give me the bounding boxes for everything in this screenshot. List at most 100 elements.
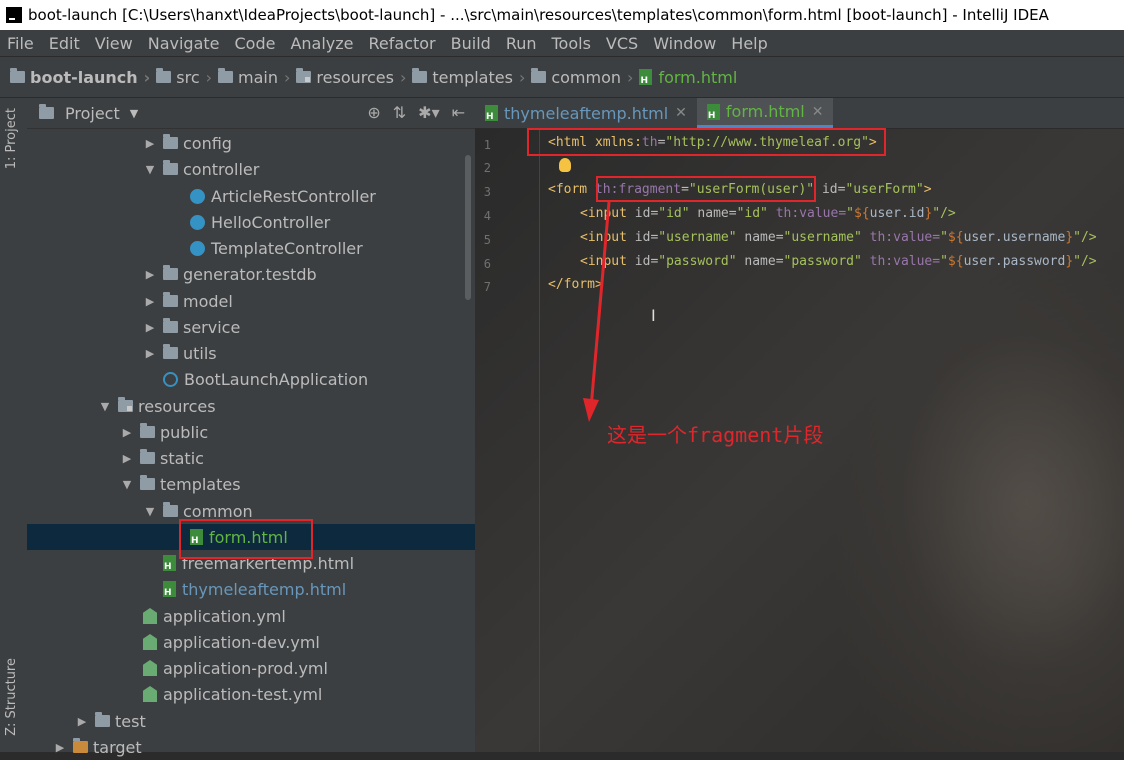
menu-code[interactable]: Code xyxy=(228,34,284,53)
code-token: user.username xyxy=(963,230,1066,245)
breadcrumb-resources[interactable]: resources › xyxy=(296,68,412,87)
arrow-line xyxy=(589,201,611,409)
breadcrumb-label: common xyxy=(551,67,622,87)
menu-window[interactable]: Window xyxy=(646,34,724,53)
tree-item-label: thymeleaftemp.html xyxy=(182,579,347,599)
yml-icon xyxy=(143,634,157,650)
line-number: 2 xyxy=(483,161,491,175)
tab-thymeleaftemp[interactable]: thymeleaftemp.html ✕ xyxy=(475,98,697,128)
close-icon[interactable]: ✕ xyxy=(812,104,824,120)
menu-edit[interactable]: Edit xyxy=(42,34,88,53)
menu-navigate[interactable]: Navigate xyxy=(141,34,228,53)
class-icon xyxy=(190,240,205,256)
close-icon[interactable]: ✕ xyxy=(675,105,687,121)
collapse-icon[interactable]: ⇅ xyxy=(393,103,406,122)
code-token: "/> xyxy=(1073,254,1097,269)
breadcrumb-templates[interactable]: templates › xyxy=(412,68,531,87)
html-file-icon xyxy=(639,69,653,86)
annotation-arrow xyxy=(583,201,611,422)
breadcrumb-form-html[interactable]: form.html xyxy=(639,68,737,87)
tab-label: thymeleaftemp.html xyxy=(504,103,669,123)
project-panel-title[interactable]: Project xyxy=(65,104,120,123)
breadcrumb-main[interactable]: main › xyxy=(218,68,296,87)
menu-run[interactable]: Run xyxy=(499,34,545,53)
breadcrumb-label: templates xyxy=(432,67,513,87)
folder-icon xyxy=(140,423,155,438)
resources-folder-icon xyxy=(118,397,133,412)
code-line-5: <input id="username" name="username" th:… xyxy=(580,228,1097,248)
code-token: } xyxy=(1065,254,1074,269)
tree-item-label: application-dev.yml xyxy=(163,632,320,652)
chevron-right-icon: › xyxy=(627,67,634,87)
folder-icon xyxy=(140,475,155,490)
tree-item-label: service xyxy=(183,317,241,337)
yml-icon xyxy=(143,686,157,702)
tree-item-label: test xyxy=(115,711,146,731)
menu-refactor[interactable]: Refactor xyxy=(362,34,444,53)
breadcrumb: boot-launch › src › main › resources › t… xyxy=(0,56,1124,98)
tool-window-strip: 1: Project Z: Structure xyxy=(0,98,28,752)
chevron-right-icon[interactable]: ▶ xyxy=(75,715,89,728)
menu-tools[interactable]: Tools xyxy=(545,34,599,53)
line-number: 4 xyxy=(483,209,491,223)
tree-item-resources[interactable]: ▼ resources xyxy=(27,393,546,419)
tree-item-label: TemplateController xyxy=(211,238,363,258)
chevron-right-icon[interactable]: ▶ xyxy=(120,452,134,465)
tree-item-label: application-prod.yml xyxy=(163,658,328,678)
breadcrumb-label: resources xyxy=(316,67,394,87)
code-token: ${ xyxy=(947,230,964,245)
project-scrollbar[interactable] xyxy=(465,155,471,300)
chevron-right-icon[interactable]: ▶ xyxy=(143,295,157,308)
breadcrumb-src[interactable]: src › xyxy=(156,68,218,87)
class-icon xyxy=(190,188,205,204)
line-number: 5 xyxy=(483,233,491,247)
code-line-4: <input id="id" name="id" th:value="${use… xyxy=(580,204,956,224)
lightbulb-icon[interactable] xyxy=(559,158,571,172)
chevron-down-icon[interactable]: ▼ xyxy=(143,163,157,176)
line-gutter: 1 2 3 4 5 6 7 xyxy=(475,128,540,752)
gear-icon[interactable]: ✱▾ xyxy=(418,103,439,122)
project-tool-tab[interactable]: 1: Project xyxy=(4,108,19,169)
tree-item-target[interactable]: ▶ target xyxy=(27,734,501,760)
title-bar: boot-launch [C:\Users\hanxt\IdeaProjects… xyxy=(0,0,1124,30)
chevron-right-icon: › xyxy=(205,67,213,87)
chevron-down-icon[interactable]: ▼ xyxy=(130,107,138,120)
chevron-right-icon[interactable]: ▶ xyxy=(143,268,157,281)
menu-help[interactable]: Help xyxy=(724,34,775,53)
folder-icon xyxy=(73,738,88,753)
menu-analyze[interactable]: Analyze xyxy=(283,34,361,53)
menu-view[interactable]: View xyxy=(88,34,141,53)
breadcrumb-common[interactable]: common › xyxy=(531,68,639,87)
chevron-down-icon[interactable]: ▼ xyxy=(120,478,134,491)
folder-icon xyxy=(163,292,178,307)
text-cursor-icon: I xyxy=(651,306,656,325)
tree-item-label: common xyxy=(183,501,253,521)
code-token: "id" xyxy=(658,206,690,221)
breadcrumb-project[interactable]: boot-launch › xyxy=(10,68,156,87)
line-number: 7 xyxy=(483,280,491,294)
code-token: name= xyxy=(689,206,737,221)
folder-icon xyxy=(95,712,110,727)
tab-form-html[interactable]: form.html ✕ xyxy=(696,98,834,128)
tree-item-label: utils xyxy=(183,343,217,363)
chevron-down-icon[interactable]: ▼ xyxy=(98,400,112,413)
chevron-right-icon[interactable]: ▶ xyxy=(143,321,157,334)
project-panel: Project ▼ ⊕ ⇅ ✱▾ ⇤ ▶ config ▼ controller… xyxy=(27,98,638,757)
folder-icon xyxy=(163,134,178,149)
project-view-icon xyxy=(39,104,54,119)
menu-build[interactable]: Build xyxy=(444,34,499,53)
tree-item-test[interactable]: ▶ test xyxy=(27,708,523,734)
structure-tool-tab[interactable]: Z: Structure xyxy=(4,658,19,736)
menu-file[interactable]: File xyxy=(0,34,42,53)
chevron-right-icon[interactable]: ▶ xyxy=(143,347,157,360)
folder-icon xyxy=(156,68,172,83)
tree-item-label: application-test.yml xyxy=(163,684,323,704)
hide-icon[interactable]: ⇤ xyxy=(452,103,465,122)
locate-icon[interactable]: ⊕ xyxy=(367,103,380,122)
chevron-down-icon[interactable]: ▼ xyxy=(143,505,157,518)
menu-vcs[interactable]: VCS xyxy=(599,34,646,53)
chevron-right-icon[interactable]: ▶ xyxy=(120,426,134,439)
folder-icon xyxy=(10,68,25,83)
code-token: th:value= xyxy=(767,206,847,221)
chevron-right-icon[interactable]: ▶ xyxy=(143,137,157,150)
